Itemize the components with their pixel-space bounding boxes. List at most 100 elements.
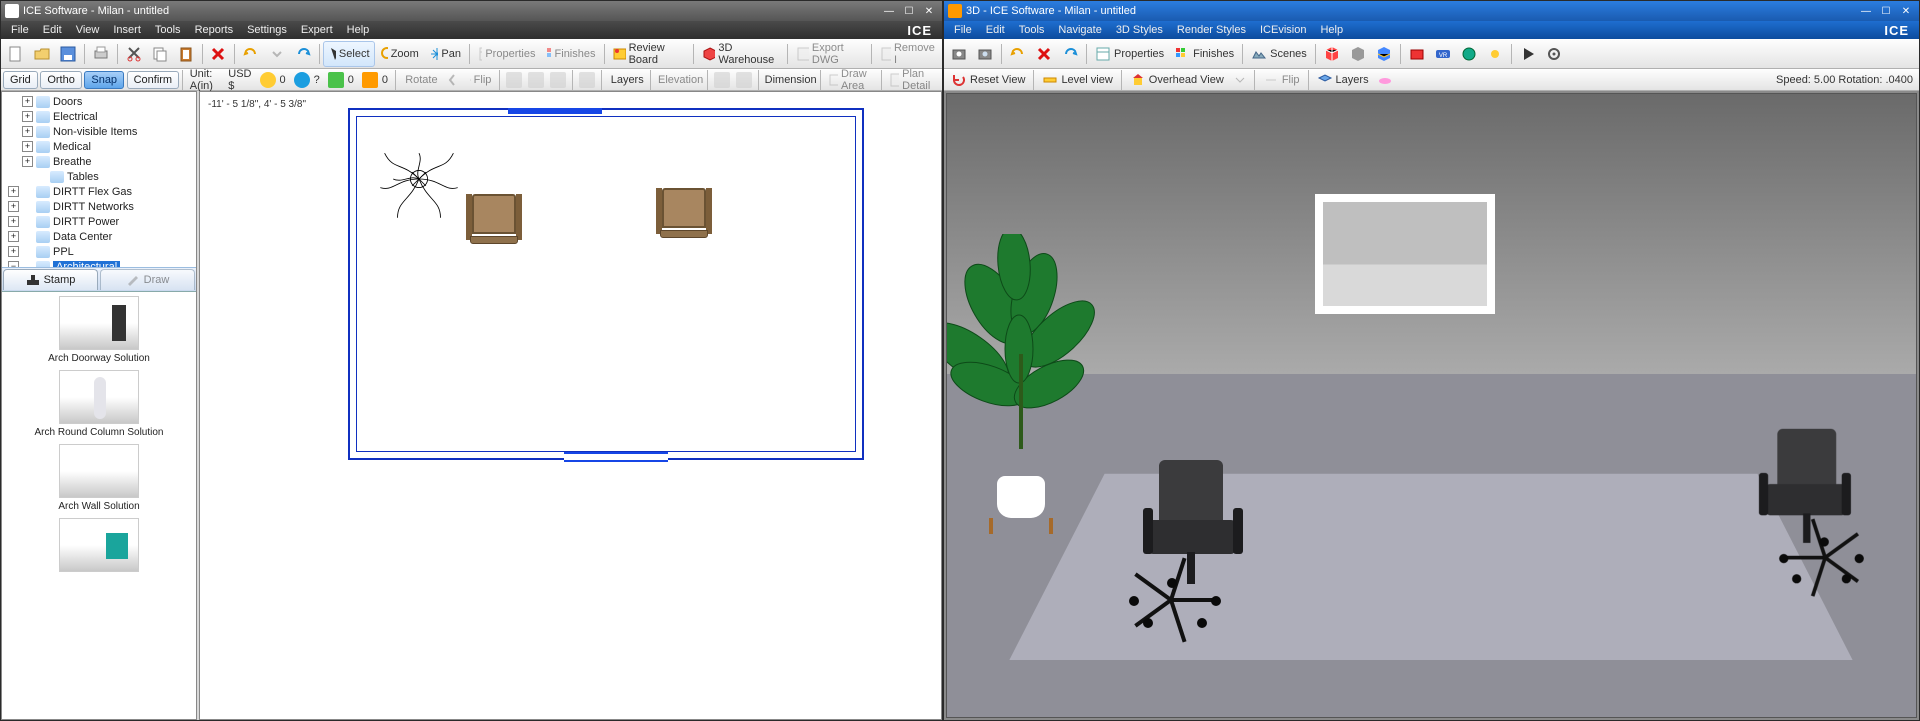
stamp-item[interactable]: Arch Round Column Solution	[6, 370, 192, 438]
perp-icon[interactable]	[733, 69, 755, 91]
tree-item[interactable]: +Data Center	[4, 229, 194, 244]
plant-object[interactable]	[376, 136, 462, 222]
catalog-tree[interactable]: +Doors +Electrical +Non-visible Items +M…	[2, 92, 196, 268]
menu-renderstyles[interactable]: Render Styles	[1171, 23, 1252, 37]
print-button[interactable]	[88, 41, 114, 67]
new-button[interactable]	[3, 41, 29, 67]
layers-button[interactable]: Layers	[604, 69, 647, 91]
record-icon[interactable]	[1404, 41, 1430, 67]
undo-3d-button[interactable]	[1005, 41, 1031, 67]
stamp-count[interactable]: 0	[358, 72, 392, 88]
tree-item[interactable]: +Breathe	[4, 154, 194, 169]
tree-item[interactable]: +DIRTT Power	[4, 214, 194, 229]
close-button[interactable]: ✕	[1897, 4, 1915, 18]
undo-button[interactable]	[238, 41, 264, 67]
chair-object[interactable]	[466, 188, 522, 244]
menu-help[interactable]: Help	[341, 23, 376, 37]
tree-item[interactable]: +DIRTT Networks	[4, 199, 194, 214]
tree-item[interactable]: +Doors	[4, 94, 194, 109]
snap-toggle[interactable]: Snap	[84, 71, 124, 89]
cube-shaded-icon[interactable]	[1345, 41, 1371, 67]
finishes-3d-button[interactable]: Finishes	[1169, 41, 1239, 67]
stamp-panel[interactable]: Arch Doorway Solution Arch Round Column …	[2, 292, 196, 719]
align-center-icon[interactable]	[525, 69, 547, 91]
minimize-button[interactable]: ―	[1857, 4, 1875, 18]
wall-art[interactable]	[1315, 194, 1495, 314]
menu-tools[interactable]: Tools	[1013, 23, 1051, 37]
cut-button[interactable]	[121, 41, 147, 67]
remove-button[interactable]: Remove I	[875, 41, 940, 67]
tree-item[interactable]: +PPL	[4, 244, 194, 259]
flip-3d-button[interactable]: Flip	[1258, 69, 1305, 91]
currency-label[interactable]: USD $	[224, 68, 255, 92]
plan-detail-button[interactable]: Plan Detail	[884, 69, 940, 91]
finishes-button[interactable]: Finishes	[540, 41, 600, 67]
camera-snap-icon[interactable]	[946, 41, 972, 67]
quote-count[interactable]: 0	[256, 72, 290, 88]
confirm-toggle[interactable]: Confirm	[127, 71, 180, 89]
maximize-button[interactable]: ☐	[900, 4, 918, 18]
chair-object[interactable]	[656, 182, 712, 238]
door-top[interactable]	[508, 108, 602, 114]
tab-draw[interactable]: Draw	[100, 269, 195, 290]
grid-toggle[interactable]: Grid	[3, 71, 38, 89]
distribute-icon[interactable]	[576, 69, 598, 91]
stamp-item[interactable]: Arch Doorway Solution	[6, 296, 192, 364]
pot-count[interactable]: 0	[324, 72, 358, 88]
vr-icon[interactable]: VR	[1430, 41, 1456, 67]
menu-view[interactable]: View	[70, 23, 106, 37]
sun-icon[interactable]	[1482, 41, 1508, 67]
align-right-icon[interactable]	[547, 69, 569, 91]
tree-item[interactable]: +Medical	[4, 139, 194, 154]
pan-tool[interactable]: Pan	[424, 41, 466, 67]
overhead-view-button[interactable]: Overhead View	[1125, 69, 1229, 91]
canvas-2d[interactable]: -11' - 5 1/8", 4' - 5 3/8"	[199, 91, 942, 720]
open-button[interactable]	[29, 41, 55, 67]
properties-3d-button[interactable]: Properties	[1090, 41, 1169, 67]
titlebar-3d[interactable]: 3D - ICE Software - Milan - untitled ― ☐…	[944, 1, 1919, 21]
save-button[interactable]	[55, 41, 81, 67]
cube-rainbow-icon[interactable]	[1371, 41, 1397, 67]
cloud-icon[interactable]	[1374, 69, 1396, 91]
align-left-icon[interactable]	[503, 69, 525, 91]
snap-toggle-icon[interactable]	[711, 69, 733, 91]
stamp-item[interactable]: Arch Wall Solution	[6, 444, 192, 512]
menu-settings[interactable]: Settings	[241, 23, 293, 37]
titlebar-2d[interactable]: ICE Software - Milan - untitled ― ☐ ✕	[1, 1, 942, 21]
rotate-left-icon[interactable]	[441, 69, 463, 91]
ortho-toggle[interactable]: Ortho	[40, 71, 82, 89]
elevation-button[interactable]: Elevation	[654, 69, 705, 91]
copy-button[interactable]	[147, 41, 173, 67]
reset-view-button[interactable]: Reset View	[946, 69, 1030, 91]
menu-reports[interactable]: Reports	[189, 23, 240, 37]
select-tool[interactable]: Select	[323, 41, 374, 67]
redo-button[interactable]	[290, 41, 316, 67]
menu-icevision[interactable]: ICEvision	[1254, 23, 1312, 37]
close-button[interactable]: ✕	[920, 4, 938, 18]
3d-warehouse-button[interactable]: 3D Warehouse	[697, 41, 784, 67]
maximize-button[interactable]: ☐	[1877, 4, 1895, 18]
viewport-3d[interactable]	[946, 93, 1917, 718]
delete-button[interactable]	[205, 41, 231, 67]
delete-3d-button[interactable]	[1031, 41, 1057, 67]
undo-dropdown[interactable]	[264, 41, 290, 67]
menu-tools[interactable]: Tools	[149, 23, 187, 37]
help-badge[interactable]: ?	[290, 72, 324, 88]
menu-insert[interactable]: Insert	[107, 23, 147, 37]
stamp-item[interactable]	[6, 518, 192, 572]
zoom-tool[interactable]: Zoom	[375, 41, 424, 67]
minimize-button[interactable]: ―	[880, 4, 898, 18]
plant-3d[interactable]	[957, 238, 1097, 518]
tree-item[interactable]: +DIRTT Flex Gas	[4, 184, 194, 199]
unit-label[interactable]: Unit: A(in)	[186, 68, 225, 92]
tree-item[interactable]: Tables	[4, 169, 194, 184]
globe-icon[interactable]	[1456, 41, 1482, 67]
level-view-button[interactable]: Level view	[1037, 69, 1117, 91]
tree-item-selected[interactable]: −Architectural	[4, 259, 194, 268]
menu-expert[interactable]: Expert	[295, 23, 339, 37]
scenes-button[interactable]: Scenes	[1246, 41, 1312, 67]
dimension-button[interactable]: Dimension	[762, 69, 817, 91]
properties-button[interactable]: Properties	[473, 41, 541, 67]
menu-file[interactable]: File	[5, 23, 35, 37]
review-board-button[interactable]: Review Board	[607, 41, 690, 67]
